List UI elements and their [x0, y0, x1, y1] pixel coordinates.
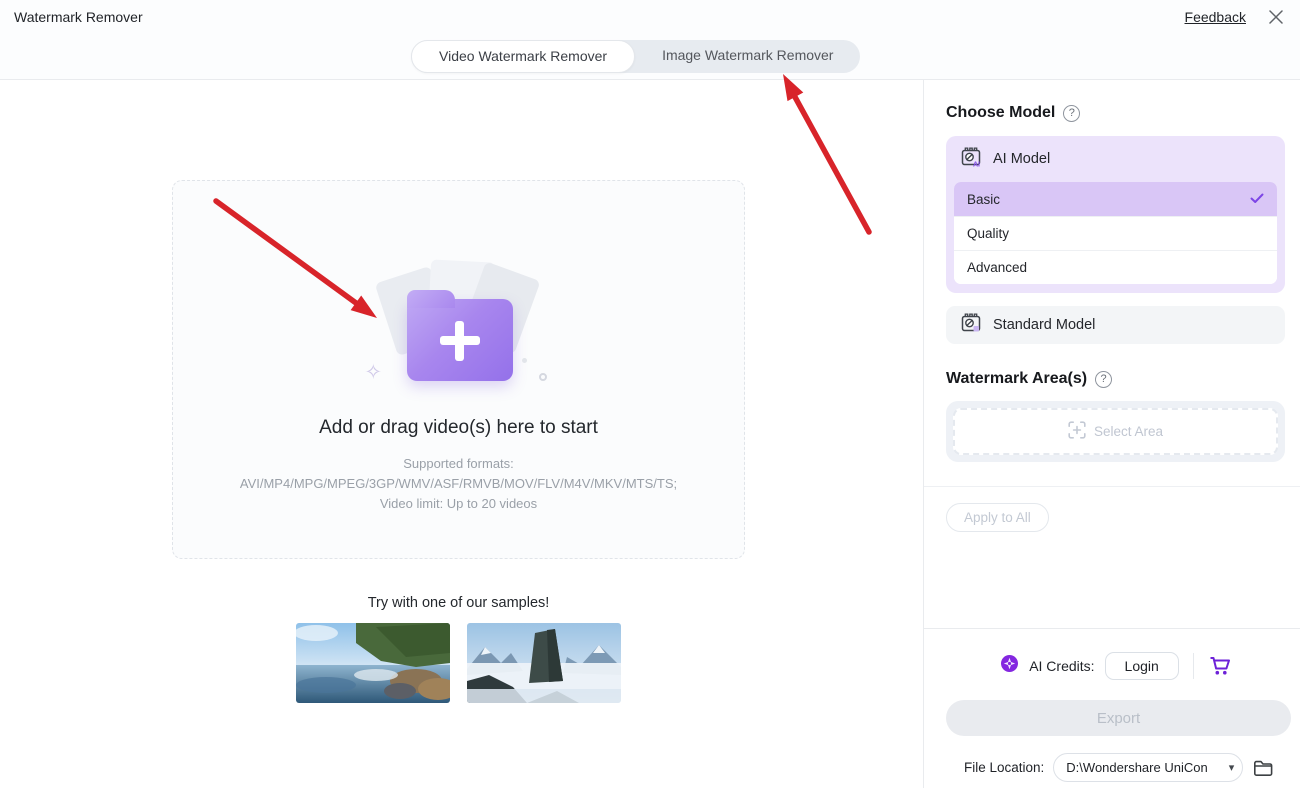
browse-folder-icon[interactable]: [1252, 757, 1274, 779]
watermark-area-card: Select Area: [946, 401, 1285, 462]
select-area-label: Select Area: [1093, 424, 1164, 439]
video-limit: Video limit: Up to 20 videos: [379, 496, 538, 511]
ai-model-label: AI Model: [993, 151, 1051, 167]
choose-model-label: Choose Model: [946, 104, 1056, 121]
standard-model-option[interactable]: Standard Model: [946, 306, 1285, 344]
file-location-value: D:\Wondershare UniCon: [1066, 760, 1208, 775]
decor-dot: [538, 373, 547, 381]
model-option-basic[interactable]: Basic: [954, 182, 1277, 216]
panel-footer: AI Credits: Login Export File Location: …: [924, 628, 1300, 788]
help-icon[interactable]: ?: [1095, 370, 1113, 388]
supported-formats-label: Supported formats:: [403, 456, 514, 471]
folder-illustration: ✧: [349, 259, 569, 387]
close-icon[interactable]: [1266, 7, 1286, 27]
model-option-advanced[interactable]: Advanced: [954, 250, 1277, 284]
dropzone-title: Add or drag video(s) here to start: [319, 417, 598, 438]
model-option-label: Quality: [967, 226, 1010, 241]
samples-title: Try with one of our samples!: [367, 595, 550, 611]
watermark-areas-heading: Watermark Area(s) ?: [946, 370, 1285, 388]
settings-panel: Choose Model ? AI AI Model Basic Quality…: [923, 80, 1300, 788]
add-video-dropzone[interactable]: ✧ Add or drag video(s) here to start Sup…: [172, 180, 745, 559]
mode-tabbar: Video Watermark Remover Image Watermark …: [411, 40, 861, 73]
samples-section: Try with one of our samples!: [172, 595, 745, 703]
ai-credits-label: AI Credits:: [1029, 658, 1095, 674]
model-option-quality[interactable]: Quality: [954, 216, 1277, 250]
feedback-link[interactable]: Feedback: [1185, 9, 1246, 25]
ai-model-icon: AI: [959, 145, 983, 173]
export-button[interactable]: Export: [946, 700, 1291, 736]
model-option-label: Basic: [967, 191, 1001, 207]
divider: [1192, 653, 1194, 679]
sample-thumbnail-mountain[interactable]: [467, 623, 621, 703]
file-location-label: File Location:: [964, 760, 1045, 775]
title-bar: Watermark Remover Video Watermark Remove…: [0, 0, 1300, 80]
sample-thumbnail-river[interactable]: [296, 623, 450, 703]
ai-model-options-list: Basic Quality Advanced: [954, 182, 1277, 284]
svg-text:AI: AI: [973, 162, 980, 169]
login-button[interactable]: Login: [1104, 652, 1179, 680]
standard-model-icon: [959, 311, 983, 339]
apply-to-all-button[interactable]: Apply to All: [946, 503, 1049, 532]
dropzone-hint: Supported formats: AVI/MP4/MPG/MPEG/3GP/…: [240, 454, 677, 514]
help-icon[interactable]: ?: [1063, 104, 1081, 122]
plus-icon: [455, 320, 464, 361]
supported-formats-list: AVI/MP4/MPG/MPEG/3GP/WMV/ASF/RMVB/MOV/FL…: [239, 476, 678, 491]
checkmark-icon: [1250, 192, 1264, 207]
add-folder-icon: [406, 290, 513, 381]
sparkle-icon: ✧: [364, 361, 383, 384]
ai-credits-icon: [1000, 654, 1019, 678]
model-option-label: Advanced: [967, 260, 1028, 275]
tab-video-watermark-remover[interactable]: Video Watermark Remover: [411, 40, 636, 73]
page-title: Watermark Remover: [14, 9, 143, 25]
select-area-icon: [1068, 421, 1086, 442]
select-area-button[interactable]: Select Area: [953, 408, 1278, 455]
divider: [924, 486, 1300, 487]
ai-model-card: AI AI Model Basic Quality Advanced: [946, 136, 1285, 293]
file-location-dropdown[interactable]: D:\Wondershare UniCon ▾: [1053, 753, 1244, 782]
ai-model-option[interactable]: AI AI Model: [946, 136, 1285, 182]
main-content: ✧ Add or drag video(s) here to start Sup…: [0, 80, 923, 788]
tab-image-watermark-remover[interactable]: Image Watermark Remover: [635, 40, 860, 73]
watermark-areas-label: Watermark Area(s): [946, 370, 1088, 387]
choose-model-heading: Choose Model ?: [946, 104, 1285, 122]
chevron-down-icon: ▾: [1228, 762, 1235, 774]
cart-icon[interactable]: [1208, 654, 1232, 678]
decor-dot: [521, 358, 527, 363]
standard-model-label: Standard Model: [993, 317, 1096, 333]
